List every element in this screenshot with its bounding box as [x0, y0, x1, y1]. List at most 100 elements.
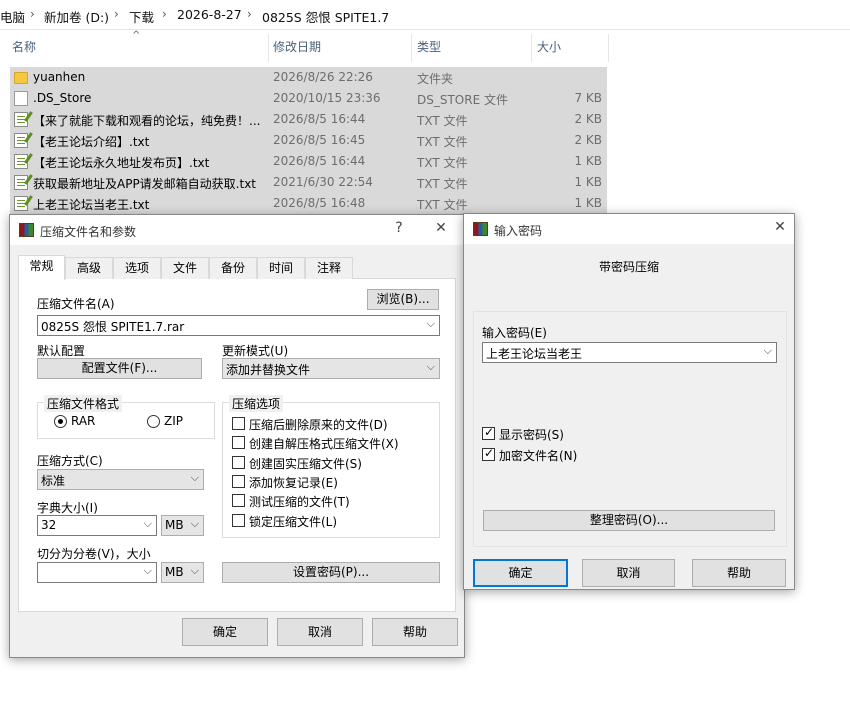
breadcrumb-separator: › [30, 7, 35, 21]
close-icon[interactable]: ✕ [769, 219, 791, 235]
file-type: DS_STORE 文件 [417, 93, 508, 107]
split-unit-select[interactable]: MB ⌵ [161, 562, 204, 583]
tab-general[interactable]: 常规 [18, 255, 65, 280]
update-mode-value: 添加并替换文件 [226, 363, 311, 377]
ok-button[interactable]: 确定 [473, 559, 568, 587]
txt-file-icon [14, 133, 28, 148]
update-mode-label: 更新模式(U) [222, 344, 289, 358]
file-type: TXT 文件 [417, 156, 468, 170]
txt-file-icon [14, 196, 28, 211]
tab-backup[interactable]: 备份 [209, 257, 257, 279]
password-dialog-heading: 带密码压缩 [598, 260, 659, 274]
show-password-label: 显示密码(S) [499, 428, 564, 442]
split-label: 切分为分卷(V)，大小 [37, 547, 151, 561]
help-button[interactable]: 帮助 [372, 618, 458, 646]
archive-dialog: 压缩文件名和参数 ? ✕ 常规 高级 选项 文件 备份 时间 注释 压缩文件名(… [9, 214, 465, 658]
column-divider [531, 34, 532, 62]
tab-time[interactable]: 时间 [257, 257, 305, 279]
browse-button[interactable]: 浏览(B)... [367, 289, 439, 310]
winrar-icon [473, 222, 488, 236]
address-bar[interactable]: 电脑 › 新加卷 (D:) › 下载 › 2026-8-27 › 0825S 怨… [0, 0, 850, 30]
split-size-combo[interactable]: ⌵ [37, 562, 157, 583]
option-label: 压缩后删除原来的文件(D) [249, 418, 388, 432]
file-row[interactable]: .DS_Store 2020/10/15 23:36 DS_STORE 文件 7… [10, 88, 607, 109]
radio-selected-icon [54, 415, 67, 428]
checkbox-checked-icon [482, 425, 495, 440]
file-row[interactable]: 上老王论坛当老王.txt 2026/8/5 16:48 TXT 文件 1 KB [10, 193, 607, 214]
breadcrumb-item[interactable]: 2026-8-27 [177, 7, 242, 22]
chevron-down-icon: ⌵ [426, 360, 435, 373]
dict-size-combo[interactable]: 32 ⌵ [37, 515, 157, 536]
help-button[interactable]: 帮助 [692, 559, 786, 587]
password-label: 输入密码(E) [482, 326, 547, 340]
column-divider [268, 34, 269, 62]
profile-label: 默认配置 [37, 344, 86, 358]
split-unit-value: MB [165, 565, 184, 579]
breadcrumb-item[interactable]: 电脑 [0, 7, 25, 26]
file-name: .DS_Store [33, 91, 92, 105]
breadcrumb-separator: › [114, 7, 119, 21]
file-name: 【来了就能下载和观看的论坛，纯免费！... [33, 114, 261, 128]
file-row[interactable]: 【老王论坛永久地址发布页】.txt 2026/8/5 16:44 TXT 文件 … [10, 151, 607, 172]
organize-passwords-button[interactable]: 整理密码(O)... [483, 510, 775, 531]
file-size: 1 KB [574, 175, 602, 189]
password-dialog: 输入密码 ✕ 带密码压缩 输入密码(E) 上老王论坛当老王 ⌵ 显示密码(S) … [463, 213, 795, 590]
file-date: 2021/6/30 22:54 [273, 175, 373, 189]
breadcrumb-item[interactable]: 新加卷 (D:) [44, 7, 109, 26]
archive-name-value: 0825S 怨恨 SPITE1.7.rar [41, 320, 185, 334]
column-header-type[interactable]: 类型 [417, 38, 441, 55]
password-dialog-title: 输入密码 [494, 224, 543, 238]
file-row[interactable]: yuanhen 2026/8/26 22:26 文件夹 [10, 67, 607, 88]
column-header-name[interactable]: 名称 [12, 38, 36, 55]
folder-icon [14, 72, 28, 84]
cancel-button[interactable]: 取消 [277, 618, 363, 646]
file-date: 2020/10/15 23:36 [273, 91, 381, 105]
checkbox-icon [232, 417, 245, 430]
chevron-down-icon: ⌵ [190, 564, 199, 577]
file-size: 1 KB [574, 196, 602, 210]
set-password-button[interactable]: 设置密码(P)... [222, 562, 440, 583]
file-type: TXT 文件 [417, 198, 468, 212]
column-header-modified[interactable]: 修改日期 [273, 38, 321, 55]
update-mode-select[interactable]: 添加并替换文件 ⌵ [222, 358, 440, 379]
cancel-button[interactable]: 取消 [582, 559, 675, 587]
format-rar-label: RAR [71, 414, 96, 428]
file-name: 获取最新地址及APP请发邮箱自动获取.txt [33, 177, 257, 191]
close-icon[interactable]: ✕ [430, 220, 452, 236]
checkbox-checked-icon [482, 446, 495, 461]
password-value: 上老王论坛当老王 [486, 347, 583, 361]
chevron-down-icon: ⌵ [426, 317, 435, 330]
archive-dialog-title: 压缩文件名和参数 [40, 225, 137, 239]
file-row[interactable]: 获取最新地址及APP请发邮箱自动获取.txt 2021/6/30 22:54 T… [10, 172, 607, 193]
file-size: 7 KB [574, 91, 602, 105]
password-combo[interactable]: 上老王论坛当老王 ⌵ [482, 342, 777, 363]
txt-file-icon [14, 175, 28, 190]
file-type: TXT 文件 [417, 114, 468, 128]
tab-comment[interactable]: 注释 [305, 257, 353, 279]
archive-name-combo[interactable]: 0825S 怨恨 SPITE1.7.rar ⌵ [37, 315, 440, 336]
tab-files[interactable]: 文件 [161, 257, 209, 279]
file-size: 1 KB [574, 154, 602, 168]
option-label: 测试压缩的文件(T) [249, 495, 350, 509]
breadcrumb-item[interactable]: 0825S 怨恨 SPITE1.7 [262, 7, 389, 26]
dict-unit-select[interactable]: MB ⌵ [161, 515, 204, 536]
file-row[interactable]: 【来了就能下载和观看的论坛，纯免费！... 2026/8/5 16:44 TXT… [10, 109, 607, 130]
help-icon[interactable]: ? [388, 220, 410, 236]
options-group-title: 压缩选项 [229, 395, 284, 412]
method-select[interactable]: 标准 ⌵ [37, 469, 204, 490]
checkbox-icon [232, 475, 245, 488]
tab-options[interactable]: 选项 [113, 257, 161, 279]
column-header-size[interactable]: 大小 [537, 38, 561, 55]
file-row[interactable]: 【老王论坛介绍】.txt 2026/8/5 16:45 TXT 文件 2 KB [10, 130, 607, 151]
tab-advanced[interactable]: 高级 [65, 257, 113, 279]
checkbox-icon [232, 456, 245, 469]
chevron-down-icon: ⌵ [763, 344, 772, 357]
breadcrumb-separator: › [162, 7, 167, 21]
file-name: 上老王论坛当老王.txt [33, 198, 150, 212]
profile-button[interactable]: 配置文件(F)... [37, 358, 202, 379]
txt-file-icon [14, 112, 28, 127]
breadcrumb-separator: › [247, 7, 252, 21]
ok-button[interactable]: 确定 [182, 618, 268, 646]
file-icon [14, 91, 28, 106]
breadcrumb-item[interactable]: 下载 [129, 7, 154, 26]
